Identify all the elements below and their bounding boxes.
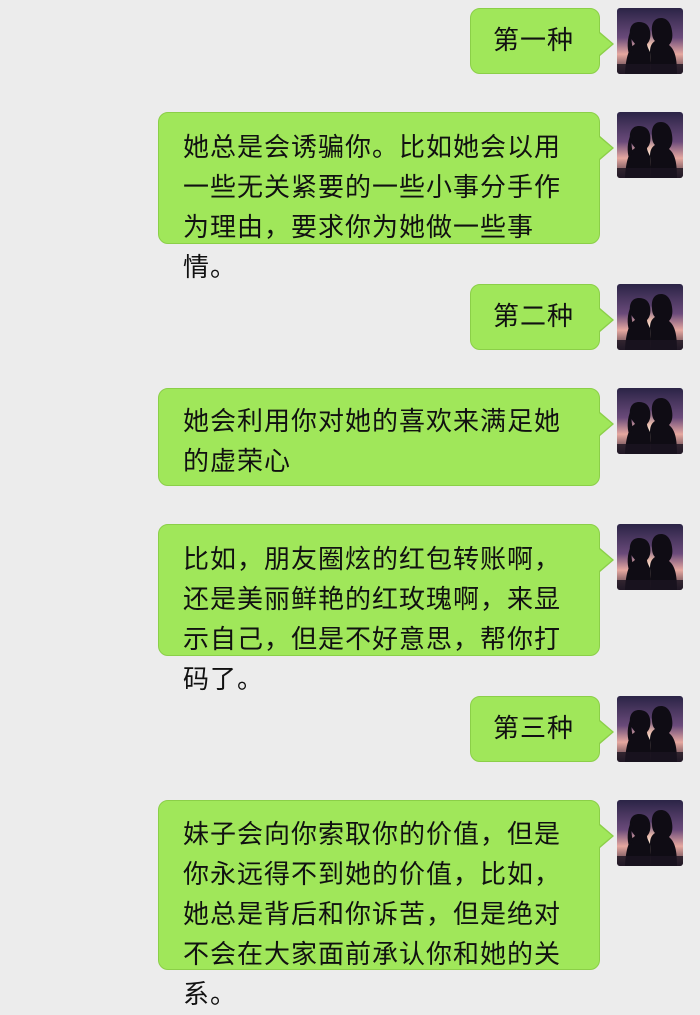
avatar[interactable] xyxy=(617,524,683,590)
chat-bubble[interactable]: 妹子会向你索取你的价值，但是你永远得不到她的价值，比如，她总是背后和你诉苦，但是… xyxy=(158,800,614,1010)
chat-message-list[interactable]: 第一种 她总是会诱骗你。比如她会以用一些无关紧要的一些小事分手作为理由，要求你为… xyxy=(0,0,700,1010)
chat-bubble[interactable]: 第三种 xyxy=(470,696,614,762)
avatar[interactable] xyxy=(617,284,683,350)
couple-silhouette-sunset-avatar-icon xyxy=(617,696,683,762)
message-text: 第一种 xyxy=(493,26,575,56)
avatar[interactable] xyxy=(617,8,683,74)
chat-bubble[interactable]: 比如，朋友圈炫的红包转账啊，还是美丽鲜艳的红玫瑰啊，来显示自己，但是不好意思，帮… xyxy=(158,524,614,695)
message-text: 妹子会向你索取你的价值，但是你永远得不到她的价值，比如，她总是背后和你诉苦，但是… xyxy=(183,820,562,1010)
couple-silhouette-sunset-avatar-icon xyxy=(617,524,683,590)
chat-bubble[interactable]: 她会利用你对她的喜欢来满足她的虚荣心 xyxy=(158,388,614,486)
couple-silhouette-sunset-avatar-icon xyxy=(617,112,683,178)
message-text: 第二种 xyxy=(493,302,575,332)
avatar[interactable] xyxy=(617,112,683,178)
avatar[interactable] xyxy=(617,800,683,866)
message-text: 她会利用你对她的喜欢来满足她的虚荣心 xyxy=(183,407,562,477)
chat-bubble[interactable]: 第二种 xyxy=(470,284,614,350)
couple-silhouette-sunset-avatar-icon xyxy=(617,8,683,74)
chat-bubble[interactable]: 她总是会诱骗你。比如她会以用一些无关紧要的一些小事分手作为理由，要求你为她做一些… xyxy=(158,112,614,283)
message-text: 第三种 xyxy=(493,714,575,744)
message-text: 她总是会诱骗你。比如她会以用一些无关紧要的一些小事分手作为理由，要求你为她做一些… xyxy=(183,133,562,283)
couple-silhouette-sunset-avatar-icon xyxy=(617,388,683,454)
couple-silhouette-sunset-avatar-icon xyxy=(617,800,683,866)
avatar[interactable] xyxy=(617,696,683,762)
couple-silhouette-sunset-avatar-icon xyxy=(617,284,683,350)
chat-bubble[interactable]: 第一种 xyxy=(470,8,614,74)
avatar[interactable] xyxy=(617,388,683,454)
message-text: 比如，朋友圈炫的红包转账啊，还是美丽鲜艳的红玫瑰啊，来显示自己，但是不好意思，帮… xyxy=(183,545,562,695)
